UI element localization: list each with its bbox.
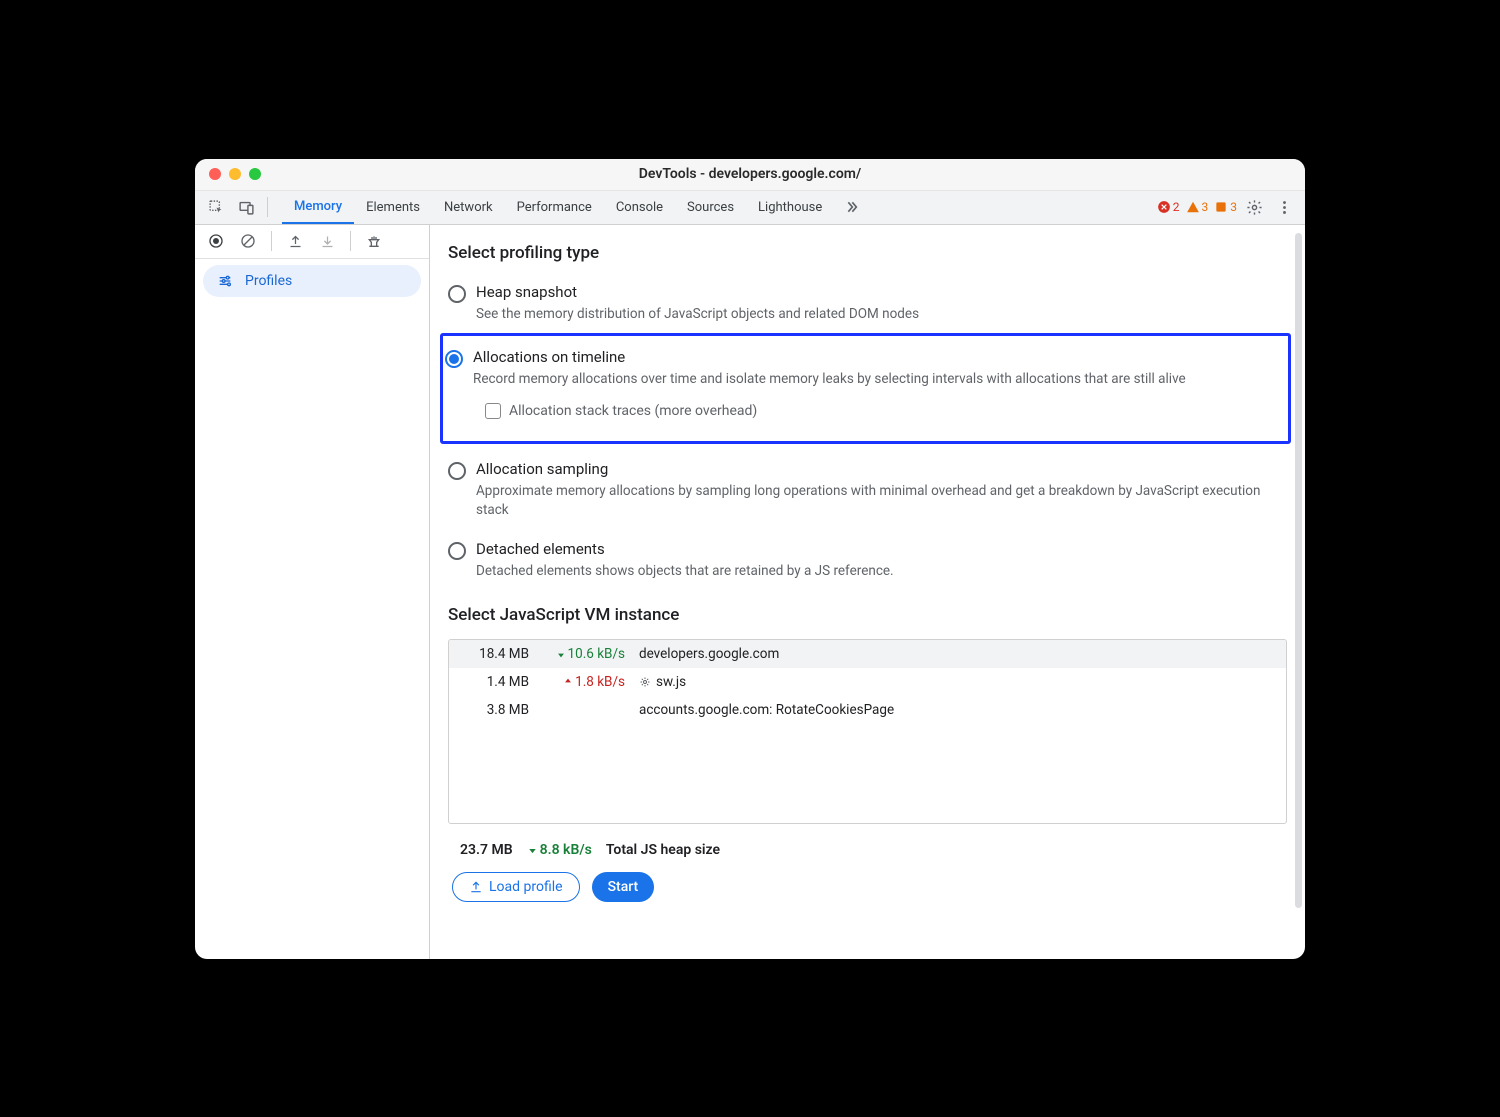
inspect-element-icon[interactable]: [203, 194, 229, 220]
tab-performance[interactable]: Performance: [505, 190, 604, 224]
load-profile-button[interactable]: Load profile: [452, 872, 580, 902]
checkbox-icon[interactable]: [485, 403, 501, 419]
vm-instance-heading: Select JavaScript VM instance: [448, 605, 1287, 625]
option-title: Allocation sampling: [476, 460, 1287, 478]
devtools-tabbar: Memory Elements Network Performance Cons…: [195, 191, 1305, 225]
option-desc: Record memory allocations over time and …: [473, 370, 1280, 389]
vm-rate: 10.6 kB/s: [543, 646, 625, 662]
vm-row[interactable]: 1.4 MB 1.8 kB/s sw.js: [449, 668, 1286, 696]
more-tabs-icon[interactable]: [838, 194, 864, 220]
upload-icon: [469, 880, 483, 894]
option-title: Heap snapshot: [476, 283, 919, 301]
issues-count: 3: [1230, 200, 1237, 214]
option-title: Detached elements: [476, 540, 894, 558]
tab-sources[interactable]: Sources: [675, 190, 746, 224]
total-size: 23.7 MB: [460, 842, 513, 858]
issues-badge[interactable]: 3: [1214, 200, 1237, 214]
device-toolbar-icon[interactable]: [233, 194, 259, 220]
sidebar-item-profiles[interactable]: Profiles: [203, 265, 421, 297]
highlighted-option-box: Allocations on timeline Record memory al…: [440, 333, 1291, 444]
panel-tabs: Memory Elements Network Performance Cons…: [282, 190, 834, 224]
sidebar-toolbar: [195, 225, 429, 259]
vm-rate: 1.8 kB/s: [543, 674, 625, 690]
radio-icon[interactable]: [448, 542, 466, 560]
warnings-count: 3: [1202, 200, 1209, 214]
tab-memory[interactable]: Memory: [282, 190, 354, 224]
vm-rate-value: 10.6 kB/s: [568, 646, 625, 662]
action-buttons: Load profile Start: [448, 864, 1287, 910]
titlebar: DevTools - developers.google.com/: [195, 159, 1305, 191]
down-arrow-icon: [556, 649, 566, 659]
allocation-stack-traces-row[interactable]: Allocation stack traces (more overhead): [485, 403, 1280, 419]
window-title: DevTools - developers.google.com/: [195, 166, 1305, 182]
upload-icon[interactable]: [282, 228, 308, 254]
option-desc: Approximate memory allocations by sampli…: [476, 482, 1287, 520]
option-heap-snapshot[interactable]: Heap snapshot See the memory distributio…: [448, 277, 1287, 338]
vm-name: sw.js: [639, 674, 686, 690]
vm-size: 18.4 MB: [459, 646, 529, 662]
vm-row[interactable]: 18.4 MB 10.6 kB/s developers.google.com: [449, 640, 1286, 668]
radio-icon[interactable]: [445, 350, 463, 368]
start-label: Start: [608, 879, 639, 895]
memory-sidebar: Profiles: [195, 225, 430, 959]
separator: [267, 197, 268, 217]
service-worker-gear-icon: [639, 676, 651, 688]
vm-size: 1.4 MB: [459, 674, 529, 690]
vm-size: 3.8 MB: [459, 702, 529, 718]
option-allocations-timeline[interactable]: Allocations on timeline Record memory al…: [445, 342, 1280, 433]
warnings-badge[interactable]: 3: [1186, 200, 1209, 214]
radio-icon[interactable]: [448, 462, 466, 480]
vm-row[interactable]: 3.8 MB accounts.google.com: RotateCookie…: [449, 696, 1286, 724]
collect-garbage-icon[interactable]: [361, 228, 387, 254]
errors-badge[interactable]: 2: [1157, 200, 1180, 214]
download-icon[interactable]: [314, 228, 340, 254]
load-profile-label: Load profile: [489, 879, 563, 895]
sliders-icon: [217, 273, 233, 289]
devtools-window: DevTools - developers.google.com/ Memory…: [195, 159, 1305, 959]
allocation-stack-traces-label: Allocation stack traces (more overhead): [509, 403, 757, 419]
option-detached-elements[interactable]: Detached elements Detached elements show…: [448, 534, 1287, 595]
option-title: Allocations on timeline: [473, 348, 1280, 366]
clear-icon[interactable]: [235, 228, 261, 254]
record-icon[interactable]: [203, 228, 229, 254]
heap-totals-row: 23.7 MB 8.8 kB/s Total JS heap size: [448, 836, 1287, 864]
option-desc: Detached elements shows objects that are…: [476, 562, 894, 581]
profiling-type-heading: Select profiling type: [448, 243, 1287, 263]
up-arrow-icon: [563, 677, 573, 687]
settings-gear-icon[interactable]: [1241, 194, 1267, 220]
status-badges[interactable]: 2 3 3: [1157, 200, 1237, 214]
vm-instance-table: 18.4 MB 10.6 kB/s developers.google.com …: [448, 639, 1287, 824]
vm-name: developers.google.com: [639, 646, 779, 662]
separator: [271, 231, 272, 251]
separator: [350, 231, 351, 251]
radio-icon[interactable]: [448, 285, 466, 303]
down-arrow-icon: [527, 844, 538, 855]
kebab-menu-icon[interactable]: [1271, 194, 1297, 220]
errors-count: 2: [1173, 200, 1180, 214]
profiles-label: Profiles: [245, 273, 292, 289]
start-button[interactable]: Start: [592, 872, 655, 902]
vm-rate-value: 1.8 kB/s: [575, 674, 625, 690]
option-allocation-sampling[interactable]: Allocation sampling Approximate memory a…: [448, 454, 1287, 534]
tab-elements[interactable]: Elements: [354, 190, 432, 224]
scrollbar[interactable]: [1295, 233, 1302, 908]
tab-lighthouse[interactable]: Lighthouse: [746, 190, 834, 224]
profiling-main-panel: Select profiling type Heap snapshot See …: [430, 225, 1305, 959]
total-rate: 8.8 kB/s: [527, 842, 592, 858]
total-label: Total JS heap size: [606, 842, 720, 858]
vm-name: accounts.google.com: RotateCookiesPage: [639, 702, 894, 718]
tab-network[interactable]: Network: [432, 190, 505, 224]
tab-console[interactable]: Console: [604, 190, 675, 224]
option-desc: See the memory distribution of JavaScrip…: [476, 305, 919, 324]
